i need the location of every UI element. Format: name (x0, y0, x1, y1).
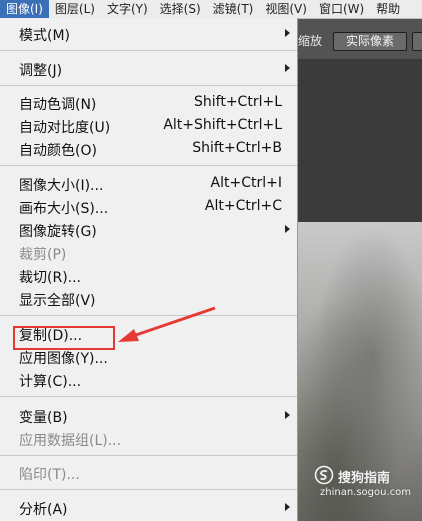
menubar: 图像(I) 图层(L) 文字(Y) 选择(S) 滤镜(T) 视图(V) 窗口(W… (0, 0, 422, 19)
menu-item-trap: 陷印(T)... (0, 461, 297, 484)
menu-item-auto-tone[interactable]: 自动色调(N) Shift+Ctrl+L (0, 91, 297, 114)
submenu-arrow-icon (285, 64, 290, 72)
menu-item-label: 分析(A) (19, 502, 68, 518)
menu-item-label: 图像大小(I)... (19, 178, 104, 194)
menu-view[interactable]: 视图(V) (259, 0, 313, 18)
menu-window[interactable]: 窗口(W) (313, 0, 370, 18)
menu-item-label: 裁切(R)... (19, 270, 82, 286)
image-menu-dropdown: 模式(M) 调整(J) 自动色调(N) Shift+Ctrl+L 自动对比度(U… (0, 18, 298, 521)
menu-separator (0, 50, 297, 51)
menu-item-analysis[interactable]: 分析(A) (0, 496, 297, 519)
menu-layer[interactable]: 图层(L) (49, 0, 101, 18)
menu-select[interactable]: 选择(S) (154, 0, 207, 18)
menu-item-label: 计算(C)... (19, 374, 82, 390)
watermark-url: zhinan.sogou.com (320, 487, 412, 498)
menu-item-crop: 裁剪(P) (0, 241, 297, 264)
watermark-brand: 搜狗指南 (338, 471, 391, 486)
menu-item-auto-color[interactable]: 自动颜色(O) Shift+Ctrl+B (0, 137, 297, 160)
menu-item-label: 画布大小(S)... (19, 201, 109, 217)
menu-filter[interactable]: 滤镜(T) (207, 0, 260, 18)
menu-separator (0, 85, 297, 86)
menu-item-label: 自动颜色(O) (19, 143, 97, 159)
menu-item-variables[interactable]: 变量(B) (0, 404, 297, 427)
menu-item-label: 显示全部(V) (19, 293, 96, 309)
menu-item-trim[interactable]: 裁切(R)... (0, 264, 297, 287)
menu-separator (0, 455, 297, 456)
menu-item-label: 变量(B) (19, 410, 68, 426)
menu-item-label: 图像旋转(G) (19, 224, 97, 240)
submenu-arrow-icon (285, 225, 290, 233)
menu-separator (0, 396, 297, 397)
menu-item-mode[interactable]: 模式(M) (0, 22, 297, 45)
menu-item-image-rotation[interactable]: 图像旋转(G) (0, 218, 297, 241)
menu-separator (0, 165, 297, 166)
menu-item-canvas-size[interactable]: 画布大小(S)... Alt+Ctrl+C (0, 195, 297, 218)
menu-item-auto-contrast[interactable]: 自动对比度(U) Alt+Shift+Ctrl+L (0, 114, 297, 137)
menu-item-label: 应用数据组(L)... (19, 433, 122, 449)
menu-image[interactable]: 图像(I) (0, 0, 49, 18)
annotation-arrow-icon (118, 306, 216, 342)
menu-item-adjust[interactable]: 调整(J) (0, 57, 297, 80)
menu-item-label: 调整(J) (19, 63, 63, 79)
actual-pixels-button[interactable]: 实际像素 (333, 32, 407, 51)
menu-item-shortcut: Alt+Ctrl+C (204, 198, 282, 214)
submenu-arrow-icon (285, 503, 290, 511)
menu-item-label: 自动色调(N) (19, 97, 97, 113)
menu-item-label: 自动对比度(U) (19, 120, 111, 136)
options-bar: 缩放 实际像素 (298, 19, 422, 60)
options-partial-text: 缩放 (298, 34, 323, 48)
menu-item-apply-data-set: 应用数据组(L)... (0, 427, 297, 450)
menu-item-label: 裁剪(P) (19, 247, 67, 263)
menu-item-shortcut: Alt+Shift+Ctrl+L (163, 117, 282, 133)
menu-item-shortcut: Shift+Ctrl+B (192, 140, 282, 156)
submenu-arrow-icon (285, 411, 290, 419)
menu-item-label: 陷印(T)... (19, 467, 80, 483)
menu-item-shortcut: Shift+Ctrl+L (194, 94, 282, 110)
annotation-highlight-box (13, 326, 115, 350)
menu-help[interactable]: 帮助 (370, 0, 406, 18)
menu-type[interactable]: 文字(Y) (101, 0, 154, 18)
menu-separator (0, 489, 297, 490)
menu-item-image-size[interactable]: 图像大小(I)... Alt+Ctrl+I (0, 172, 297, 195)
watermark: 搜狗指南 zhinan.sogou.com (314, 465, 422, 505)
menu-item-label: 模式(M) (19, 28, 71, 44)
sogou-logo-icon (314, 465, 334, 485)
fit-screen-button[interactable] (412, 32, 422, 51)
menu-item-label: 应用图像(Y)... (19, 351, 108, 367)
menu-item-shortcut: Alt+Ctrl+I (210, 175, 282, 191)
menu-item-calculations[interactable]: 计算(C)... (0, 368, 297, 391)
submenu-arrow-icon (285, 29, 290, 37)
